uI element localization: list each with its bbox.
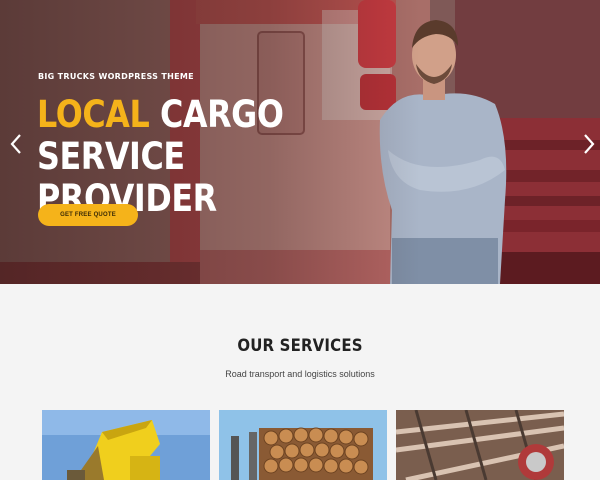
service-card-construction[interactable]	[396, 410, 564, 480]
chevron-left-icon	[10, 134, 21, 154]
hero-title: LOCAL CARGO SERVICE PROVIDER	[37, 94, 321, 220]
hero-slider: BIG TRUCKS WORDPRESS THEME LOCAL CARGO S…	[0, 0, 600, 284]
services-section: OUR SERVICES Road transport and logistic…	[0, 284, 600, 480]
services-title: OUR SERVICES	[237, 336, 363, 356]
get-free-quote-button[interactable]: GET FREE QUOTE	[38, 204, 138, 226]
slider-prev-button[interactable]	[8, 132, 24, 156]
services-subtitle: Road transport and logistics solutions	[225, 369, 375, 379]
dump-truck-image	[42, 410, 210, 480]
hero-kicker: BIG TRUCKS WORDPRESS THEME	[38, 72, 194, 81]
service-card-timber[interactable]	[219, 410, 387, 480]
hero-title-accent: LOCAL	[37, 93, 150, 136]
slider-next-button[interactable]	[581, 132, 597, 156]
chevron-right-icon	[584, 134, 595, 154]
timber-logs-image	[219, 410, 387, 480]
construction-site-image	[396, 410, 564, 480]
hero-title-line1: CARGO	[149, 93, 284, 136]
service-card-dump-truck[interactable]	[42, 410, 210, 480]
